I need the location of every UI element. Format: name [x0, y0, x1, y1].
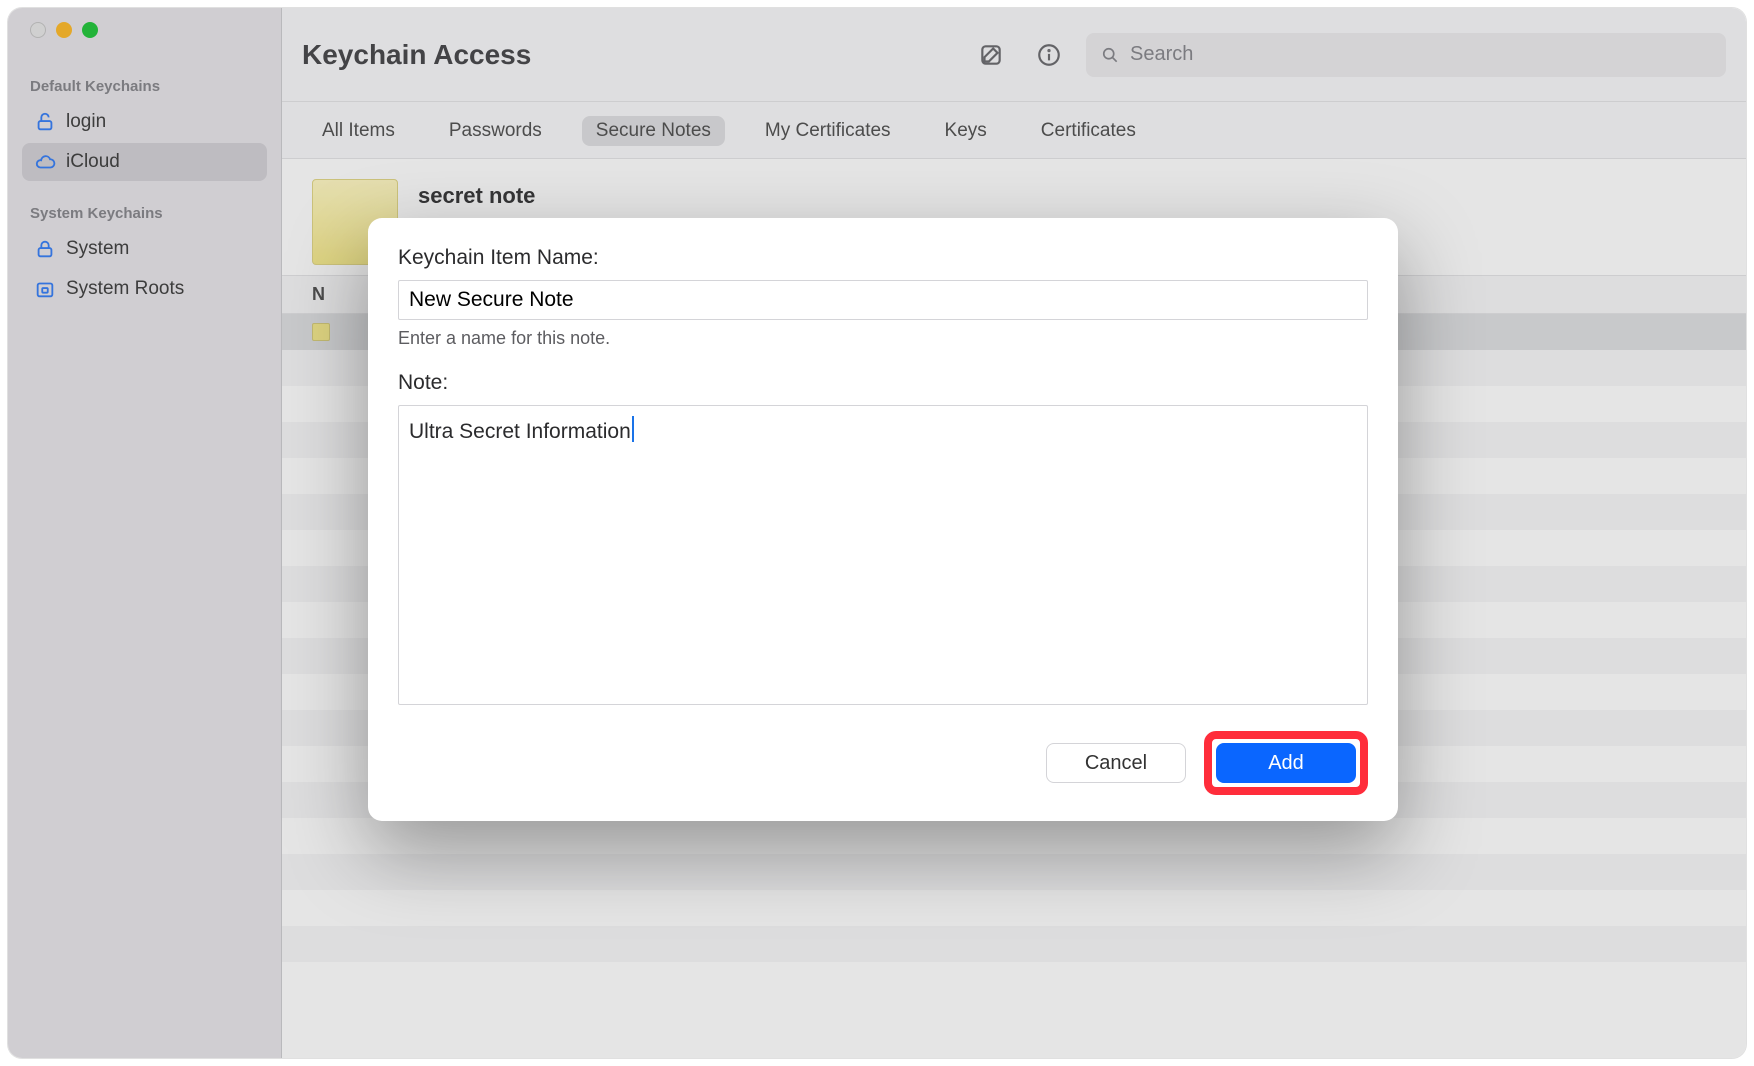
compose-button[interactable]: [970, 37, 1012, 73]
sidebar-item-label: iCloud: [66, 151, 120, 173]
archivebox-icon: [34, 278, 56, 300]
search-placeholder: Search: [1130, 43, 1193, 66]
note-label: Note:: [398, 371, 1368, 395]
search-icon: [1100, 45, 1120, 65]
sidebar-item-label: login: [66, 111, 106, 133]
sidebar-item-icloud[interactable]: iCloud: [22, 143, 267, 181]
sidebar-item-login[interactable]: login: [22, 103, 267, 141]
add-button[interactable]: Add: [1216, 743, 1356, 783]
minimize-window-dot[interactable]: [56, 22, 72, 38]
search-field[interactable]: Search: [1086, 33, 1726, 77]
item-name-hint: Enter a name for this note.: [398, 328, 1368, 349]
cancel-button[interactable]: Cancel: [1046, 743, 1186, 783]
item-name-input[interactable]: [398, 280, 1368, 320]
category-tabs: All Items Passwords Secure Notes My Cert…: [282, 102, 1746, 159]
tab-certificates[interactable]: Certificates: [1027, 116, 1150, 146]
tab-my-certificates[interactable]: My Certificates: [751, 116, 905, 146]
zoom-window-dot[interactable]: [82, 22, 98, 38]
table-row: [282, 854, 1746, 890]
toolbar: Keychain Access Search: [282, 8, 1746, 102]
sidebar-item-label: System: [66, 238, 129, 260]
secure-note-mini-icon: [312, 323, 330, 341]
new-secure-note-sheet: Keychain Item Name: Enter a name for thi…: [368, 218, 1398, 821]
tutorial-highlight: Add: [1204, 731, 1368, 795]
close-window-dot[interactable]: [30, 22, 46, 38]
cloud-icon: [34, 151, 56, 173]
sidebar-item-label: System Roots: [66, 278, 184, 300]
info-button[interactable]: [1028, 37, 1070, 73]
tab-passwords[interactable]: Passwords: [435, 116, 556, 146]
table-row: [282, 926, 1746, 962]
text-caret: [632, 416, 634, 442]
keychain-access-window: Default Keychains login iCloud System Ke…: [8, 8, 1746, 1058]
table-row: [282, 890, 1746, 926]
sidebar-section-system: System Keychains: [8, 195, 281, 228]
sidebar: Default Keychains login iCloud System Ke…: [8, 8, 282, 1058]
sidebar-item-system-roots[interactable]: System Roots: [22, 270, 267, 308]
lock-icon: [34, 238, 56, 260]
tab-keys[interactable]: Keys: [931, 116, 1001, 146]
item-name-label: Keychain Item Name:: [398, 246, 1368, 270]
sidebar-item-system[interactable]: System: [22, 230, 267, 268]
tab-secure-notes[interactable]: Secure Notes: [582, 116, 725, 146]
unlock-icon: [34, 111, 56, 133]
app-title: Keychain Access: [302, 39, 531, 71]
modal-button-row: Cancel Add: [398, 731, 1368, 795]
window-traffic-lights: [8, 22, 281, 68]
table-row: [282, 818, 1746, 854]
tab-all-items[interactable]: All Items: [308, 116, 409, 146]
sidebar-section-default: Default Keychains: [8, 68, 281, 101]
item-title: secret note: [418, 179, 535, 209]
note-textarea[interactable]: Ultra Secret Information: [398, 405, 1368, 705]
